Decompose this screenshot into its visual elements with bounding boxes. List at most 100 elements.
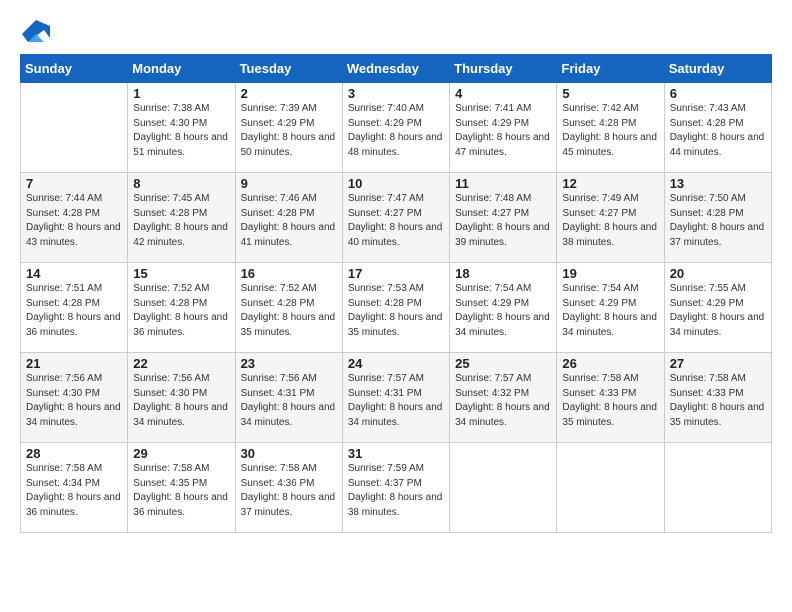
day-detail: Sunrise: 7:44 AMSunset: 4:28 PMDaylight:…	[26, 192, 122, 250]
calendar-cell: 7Sunrise: 7:44 AMSunset: 4:28 PMDaylight…	[21, 173, 128, 263]
day-number: 1	[133, 86, 229, 101]
calendar-cell: 2Sunrise: 7:39 AMSunset: 4:29 PMDaylight…	[235, 83, 342, 173]
day-detail: Sunrise: 7:58 AMSunset: 4:33 PMDaylight:…	[670, 372, 766, 430]
page: SundayMondayTuesdayWednesdayThursdayFrid…	[0, 0, 792, 612]
day-detail: Sunrise: 7:39 AMSunset: 4:29 PMDaylight:…	[241, 102, 337, 160]
calendar-cell: 6Sunrise: 7:43 AMSunset: 4:28 PMDaylight…	[664, 83, 771, 173]
day-number: 19	[562, 266, 658, 281]
weekday-header-saturday: Saturday	[664, 55, 771, 83]
day-number: 24	[348, 356, 444, 371]
day-number: 20	[670, 266, 766, 281]
weekday-header-friday: Friday	[557, 55, 664, 83]
day-number: 18	[455, 266, 551, 281]
day-number: 16	[241, 266, 337, 281]
weekday-header-wednesday: Wednesday	[342, 55, 449, 83]
weekday-header-row: SundayMondayTuesdayWednesdayThursdayFrid…	[21, 55, 772, 83]
calendar-cell: 19Sunrise: 7:54 AMSunset: 4:29 PMDayligh…	[557, 263, 664, 353]
weekday-header-tuesday: Tuesday	[235, 55, 342, 83]
logo-icon	[22, 20, 50, 48]
week-row-2: 14Sunrise: 7:51 AMSunset: 4:28 PMDayligh…	[21, 263, 772, 353]
day-detail: Sunrise: 7:58 AMSunset: 4:35 PMDaylight:…	[133, 462, 229, 520]
day-detail: Sunrise: 7:58 AMSunset: 4:34 PMDaylight:…	[26, 462, 122, 520]
day-number: 28	[26, 446, 122, 461]
logo	[20, 20, 50, 48]
calendar-cell: 22Sunrise: 7:56 AMSunset: 4:30 PMDayligh…	[128, 353, 235, 443]
calendar-cell	[664, 443, 771, 533]
day-detail: Sunrise: 7:52 AMSunset: 4:28 PMDaylight:…	[133, 282, 229, 340]
day-number: 29	[133, 446, 229, 461]
day-number: 23	[241, 356, 337, 371]
calendar-cell: 15Sunrise: 7:52 AMSunset: 4:28 PMDayligh…	[128, 263, 235, 353]
day-detail: Sunrise: 7:55 AMSunset: 4:29 PMDaylight:…	[670, 282, 766, 340]
calendar-cell: 27Sunrise: 7:58 AMSunset: 4:33 PMDayligh…	[664, 353, 771, 443]
week-row-3: 21Sunrise: 7:56 AMSunset: 4:30 PMDayligh…	[21, 353, 772, 443]
calendar-cell	[21, 83, 128, 173]
day-number: 8	[133, 176, 229, 191]
calendar-cell: 18Sunrise: 7:54 AMSunset: 4:29 PMDayligh…	[450, 263, 557, 353]
day-number: 4	[455, 86, 551, 101]
day-detail: Sunrise: 7:52 AMSunset: 4:28 PMDaylight:…	[241, 282, 337, 340]
day-detail: Sunrise: 7:47 AMSunset: 4:27 PMDaylight:…	[348, 192, 444, 250]
calendar-cell: 9Sunrise: 7:46 AMSunset: 4:28 PMDaylight…	[235, 173, 342, 263]
calendar-table: SundayMondayTuesdayWednesdayThursdayFrid…	[20, 54, 772, 533]
day-number: 31	[348, 446, 444, 461]
day-detail: Sunrise: 7:57 AMSunset: 4:32 PMDaylight:…	[455, 372, 551, 430]
day-number: 22	[133, 356, 229, 371]
day-number: 26	[562, 356, 658, 371]
calendar-cell: 8Sunrise: 7:45 AMSunset: 4:28 PMDaylight…	[128, 173, 235, 263]
day-number: 30	[241, 446, 337, 461]
day-number: 21	[26, 356, 122, 371]
calendar-cell: 29Sunrise: 7:58 AMSunset: 4:35 PMDayligh…	[128, 443, 235, 533]
day-number: 9	[241, 176, 337, 191]
week-row-4: 28Sunrise: 7:58 AMSunset: 4:34 PMDayligh…	[21, 443, 772, 533]
calendar-cell: 12Sunrise: 7:49 AMSunset: 4:27 PMDayligh…	[557, 173, 664, 263]
day-number: 7	[26, 176, 122, 191]
day-number: 27	[670, 356, 766, 371]
day-detail: Sunrise: 7:54 AMSunset: 4:29 PMDaylight:…	[455, 282, 551, 340]
day-number: 6	[670, 86, 766, 101]
day-number: 14	[26, 266, 122, 281]
day-number: 12	[562, 176, 658, 191]
day-detail: Sunrise: 7:58 AMSunset: 4:33 PMDaylight:…	[562, 372, 658, 430]
calendar-cell: 25Sunrise: 7:57 AMSunset: 4:32 PMDayligh…	[450, 353, 557, 443]
day-detail: Sunrise: 7:58 AMSunset: 4:36 PMDaylight:…	[241, 462, 337, 520]
calendar-cell: 23Sunrise: 7:56 AMSunset: 4:31 PMDayligh…	[235, 353, 342, 443]
day-number: 2	[241, 86, 337, 101]
day-detail: Sunrise: 7:57 AMSunset: 4:31 PMDaylight:…	[348, 372, 444, 430]
week-row-1: 7Sunrise: 7:44 AMSunset: 4:28 PMDaylight…	[21, 173, 772, 263]
calendar-cell: 30Sunrise: 7:58 AMSunset: 4:36 PMDayligh…	[235, 443, 342, 533]
calendar-cell	[450, 443, 557, 533]
day-detail: Sunrise: 7:56 AMSunset: 4:30 PMDaylight:…	[133, 372, 229, 430]
day-detail: Sunrise: 7:38 AMSunset: 4:30 PMDaylight:…	[133, 102, 229, 160]
day-detail: Sunrise: 7:45 AMSunset: 4:28 PMDaylight:…	[133, 192, 229, 250]
calendar-cell: 1Sunrise: 7:38 AMSunset: 4:30 PMDaylight…	[128, 83, 235, 173]
day-detail: Sunrise: 7:46 AMSunset: 4:28 PMDaylight:…	[241, 192, 337, 250]
day-detail: Sunrise: 7:51 AMSunset: 4:28 PMDaylight:…	[26, 282, 122, 340]
day-number: 11	[455, 176, 551, 191]
day-detail: Sunrise: 7:43 AMSunset: 4:28 PMDaylight:…	[670, 102, 766, 160]
calendar-cell: 17Sunrise: 7:53 AMSunset: 4:28 PMDayligh…	[342, 263, 449, 353]
day-detail: Sunrise: 7:40 AMSunset: 4:29 PMDaylight:…	[348, 102, 444, 160]
day-detail: Sunrise: 7:53 AMSunset: 4:28 PMDaylight:…	[348, 282, 444, 340]
day-number: 3	[348, 86, 444, 101]
calendar-cell: 13Sunrise: 7:50 AMSunset: 4:28 PMDayligh…	[664, 173, 771, 263]
calendar-cell: 3Sunrise: 7:40 AMSunset: 4:29 PMDaylight…	[342, 83, 449, 173]
weekday-header-thursday: Thursday	[450, 55, 557, 83]
calendar-cell: 10Sunrise: 7:47 AMSunset: 4:27 PMDayligh…	[342, 173, 449, 263]
week-row-0: 1Sunrise: 7:38 AMSunset: 4:30 PMDaylight…	[21, 83, 772, 173]
day-detail: Sunrise: 7:56 AMSunset: 4:30 PMDaylight:…	[26, 372, 122, 430]
day-detail: Sunrise: 7:42 AMSunset: 4:28 PMDaylight:…	[562, 102, 658, 160]
calendar-cell: 21Sunrise: 7:56 AMSunset: 4:30 PMDayligh…	[21, 353, 128, 443]
calendar-cell: 16Sunrise: 7:52 AMSunset: 4:28 PMDayligh…	[235, 263, 342, 353]
calendar-cell: 26Sunrise: 7:58 AMSunset: 4:33 PMDayligh…	[557, 353, 664, 443]
day-number: 25	[455, 356, 551, 371]
day-number: 13	[670, 176, 766, 191]
calendar-cell: 11Sunrise: 7:48 AMSunset: 4:27 PMDayligh…	[450, 173, 557, 263]
calendar-cell: 5Sunrise: 7:42 AMSunset: 4:28 PMDaylight…	[557, 83, 664, 173]
day-number: 10	[348, 176, 444, 191]
day-detail: Sunrise: 7:50 AMSunset: 4:28 PMDaylight:…	[670, 192, 766, 250]
calendar-cell: 20Sunrise: 7:55 AMSunset: 4:29 PMDayligh…	[664, 263, 771, 353]
day-number: 17	[348, 266, 444, 281]
calendar-cell: 31Sunrise: 7:59 AMSunset: 4:37 PMDayligh…	[342, 443, 449, 533]
weekday-header-monday: Monday	[128, 55, 235, 83]
